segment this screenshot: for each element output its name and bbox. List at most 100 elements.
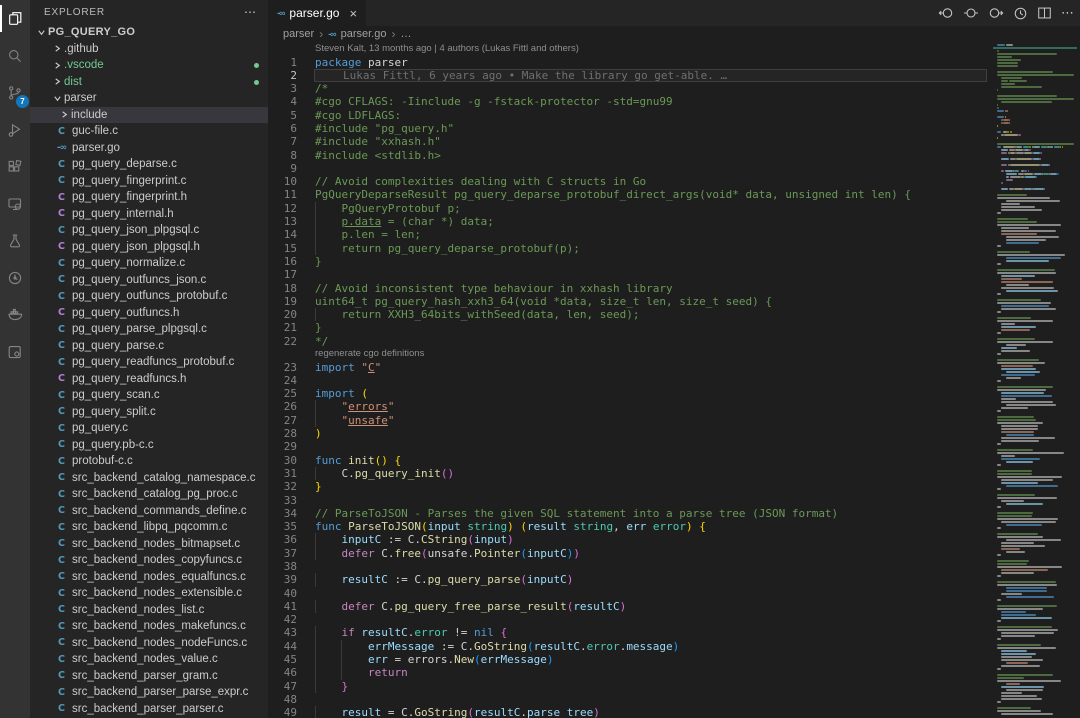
line-number[interactable]: 5 bbox=[268, 109, 297, 122]
close-icon[interactable]: × bbox=[349, 6, 357, 21]
line-number[interactable]: 12 bbox=[268, 202, 297, 215]
tree-file-src_backend_nodes_value.c[interactable]: Csrc_backend_nodes_value.c bbox=[30, 651, 268, 668]
timeline-icon[interactable] bbox=[1013, 6, 1028, 21]
line-number[interactable]: 13 bbox=[268, 215, 297, 228]
more-actions-icon[interactable]: ⋯ bbox=[1061, 8, 1074, 18]
line-number[interactable]: 35 bbox=[268, 520, 297, 533]
tree-file-pg_query_normalize.c[interactable]: Cpg_query_normalize.c bbox=[30, 255, 268, 272]
tree-file-pg_query_outfuncs.h[interactable]: Cpg_query_outfuncs.h bbox=[30, 305, 268, 322]
more-actions-icon[interactable]: ⋯ bbox=[244, 5, 256, 19]
line-number[interactable]: 40 bbox=[268, 587, 297, 600]
line-number[interactable]: 36 bbox=[268, 533, 297, 546]
tree-file-src_backend_catalog_namespace.c[interactable]: Csrc_backend_catalog_namespace.c bbox=[30, 470, 268, 487]
line-number[interactable]: 45 bbox=[268, 653, 297, 666]
tree-file-pg_query_fingerprint.c[interactable]: Cpg_query_fingerprint.c bbox=[30, 173, 268, 190]
tree-file-src_backend_parser_gram.c[interactable]: Csrc_backend_parser_gram.c bbox=[30, 668, 268, 685]
tree-file-src_backend_parser_parse_expr.c[interactable]: Csrc_backend_parser_parse_expr.c bbox=[30, 684, 268, 701]
tree-file-guc-file.c[interactable]: Cguc-file.c bbox=[30, 123, 268, 140]
tree-file-src_backend_nodes_list.c[interactable]: Csrc_backend_nodes_list.c bbox=[30, 602, 268, 619]
tree-root-pg-query-go[interactable]: PG_QUERY_GO bbox=[30, 24, 268, 41]
line-number[interactable]: 21 bbox=[268, 321, 297, 334]
line-number[interactable]: 29 bbox=[268, 440, 297, 453]
tree-file-parser.go[interactable]: -∞parser.go bbox=[30, 140, 268, 157]
tree-file-pg_query.pb-c.c[interactable]: Cpg_query.pb-c.c bbox=[30, 437, 268, 454]
tree-file-pg_query_scan.c[interactable]: Cpg_query_scan.c bbox=[30, 387, 268, 404]
line-number[interactable]: 38 bbox=[268, 560, 297, 573]
line-number[interactable]: 49 bbox=[268, 706, 297, 718]
line-number[interactable]: 33 bbox=[268, 494, 297, 507]
line-number[interactable]: 14 bbox=[268, 228, 297, 241]
activity-bar-item-run-debug[interactable] bbox=[0, 111, 30, 148]
line-number[interactable]: 16 bbox=[268, 255, 297, 268]
line-number[interactable]: 48 bbox=[268, 693, 297, 706]
tree-file-src_backend_nodes_bitmapset.c[interactable]: Csrc_backend_nodes_bitmapset.c bbox=[30, 536, 268, 553]
open-changes-icon[interactable] bbox=[963, 6, 979, 20]
tree-file-pg_query_outfuncs_json.c[interactable]: Cpg_query_outfuncs_json.c bbox=[30, 272, 268, 289]
tree-file-src_backend_libpq_pqcomm.c[interactable]: Csrc_backend_libpq_pqcomm.c bbox=[30, 519, 268, 536]
split-editor-icon[interactable] bbox=[1037, 6, 1052, 20]
line-number[interactable]: 11 bbox=[268, 188, 297, 201]
tree-file-src_backend_nodes_copyfuncs.c[interactable]: Csrc_backend_nodes_copyfuncs.c bbox=[30, 552, 268, 569]
tree-file-src_backend_nodes_equalfuncs.c[interactable]: Csrc_backend_nodes_equalfuncs.c bbox=[30, 569, 268, 586]
tree-folder-dist[interactable]: dist bbox=[30, 74, 268, 91]
line-number[interactable]: 23 bbox=[268, 361, 297, 374]
line-number[interactable]: 10 bbox=[268, 175, 297, 188]
line-number[interactable]: 6 bbox=[268, 122, 297, 135]
minimap[interactable] bbox=[993, 42, 1080, 718]
tree-file-pg_query_fingerprint.h[interactable]: Cpg_query_fingerprint.h bbox=[30, 189, 268, 206]
code-lens[interactable]: Steven Kalt, 13 months ago | 4 authors (… bbox=[268, 43, 993, 56]
line-number[interactable]: 28 bbox=[268, 427, 297, 440]
line-number[interactable]: 46 bbox=[268, 666, 297, 679]
tree-file-src_backend_nodes_makefuncs.c[interactable]: Csrc_backend_nodes_makefuncs.c bbox=[30, 618, 268, 635]
tree-file-pg_query_readfuncs.h[interactable]: Cpg_query_readfuncs.h bbox=[30, 371, 268, 388]
activity-bar-item-containers[interactable] bbox=[0, 333, 30, 370]
breadcrumb-file[interactable]: parser.go bbox=[341, 28, 387, 40]
line-number[interactable]: 34 bbox=[268, 507, 297, 520]
line-number[interactable]: 42 bbox=[268, 613, 297, 626]
code-link[interactable]: C bbox=[368, 361, 375, 374]
activity-bar-item-docker[interactable] bbox=[0, 296, 30, 333]
tree-file-pg_query_split.c[interactable]: Cpg_query_split.c bbox=[30, 404, 268, 421]
line-number[interactable]: 37 bbox=[268, 547, 297, 560]
code-link[interactable]: p.data bbox=[342, 215, 382, 228]
line-number[interactable]: 24 bbox=[268, 374, 297, 387]
line-number[interactable]: 1 bbox=[268, 56, 297, 69]
tree-folder-parser[interactable]: parser bbox=[30, 90, 268, 107]
line-number[interactable]: 20 bbox=[268, 308, 297, 321]
tree-folder-.github[interactable]: .github bbox=[30, 41, 268, 58]
activity-bar-item-source-control[interactable]: 7 bbox=[0, 74, 30, 111]
line-number[interactable]: 4 bbox=[268, 95, 297, 108]
tree-file-pg_query.c[interactable]: Cpg_query.c bbox=[30, 420, 268, 437]
line-number[interactable]: 15 bbox=[268, 242, 297, 255]
line-number[interactable]: 26 bbox=[268, 400, 297, 413]
tree-file-pg_query_parse.c[interactable]: Cpg_query_parse.c bbox=[30, 338, 268, 355]
activity-bar-item-testing[interactable] bbox=[0, 222, 30, 259]
tree-file-pg_query_json_plpgsql.h[interactable]: Cpg_query_json_plpgsql.h bbox=[30, 239, 268, 256]
code-editor[interactable]: Steven Kalt, 13 months ago | 4 authors (… bbox=[268, 42, 993, 718]
breadcrumb-symbol[interactable]: … bbox=[400, 28, 411, 40]
line-number[interactable]: 39 bbox=[268, 573, 297, 586]
tree-file-pg_query_readfuncs_protobuf.c[interactable]: Cpg_query_readfuncs_protobuf.c bbox=[30, 354, 268, 371]
line-number[interactable]: 43 bbox=[268, 626, 297, 639]
tree-file-src_backend_nodes_nodeFuncs.c[interactable]: Csrc_backend_nodes_nodeFuncs.c bbox=[30, 635, 268, 652]
tab-parser-go[interactable]: -∞ parser.go × bbox=[268, 0, 366, 26]
line-number[interactable]: 2 bbox=[268, 69, 297, 82]
line-number[interactable]: 18 bbox=[268, 282, 297, 295]
tree-file-src_backend_parser_parser.c[interactable]: Csrc_backend_parser_parser.c bbox=[30, 701, 268, 718]
code-lens[interactable]: regenerate cgo definitions bbox=[268, 348, 993, 361]
tree-folder-include[interactable]: include bbox=[30, 107, 268, 124]
tree-file-pg_query_deparse.c[interactable]: Cpg_query_deparse.c bbox=[30, 156, 268, 173]
tree-file-pg_query_outfuncs_protobuf.c[interactable]: Cpg_query_outfuncs_protobuf.c bbox=[30, 288, 268, 305]
open-changes-previous-icon[interactable] bbox=[938, 6, 954, 20]
activity-bar-item-explorer[interactable] bbox=[0, 0, 30, 37]
tree-file-src_backend_catalog_pg_proc.c[interactable]: Csrc_backend_catalog_pg_proc.c bbox=[30, 486, 268, 503]
tree-file-src_backend_nodes_extensible.c[interactable]: Csrc_backend_nodes_extensible.c bbox=[30, 585, 268, 602]
line-number[interactable]: 19 bbox=[268, 295, 297, 308]
open-changes-next-icon[interactable] bbox=[988, 6, 1004, 20]
tree-file-protobuf-c.c[interactable]: Cprotobuf-c.c bbox=[30, 453, 268, 470]
line-number[interactable]: 44 bbox=[268, 640, 297, 653]
code-link[interactable]: errors bbox=[348, 400, 388, 413]
line-number[interactable]: 32 bbox=[268, 480, 297, 493]
line-number[interactable]: 47 bbox=[268, 680, 297, 693]
line-number[interactable]: 17 bbox=[268, 268, 297, 281]
